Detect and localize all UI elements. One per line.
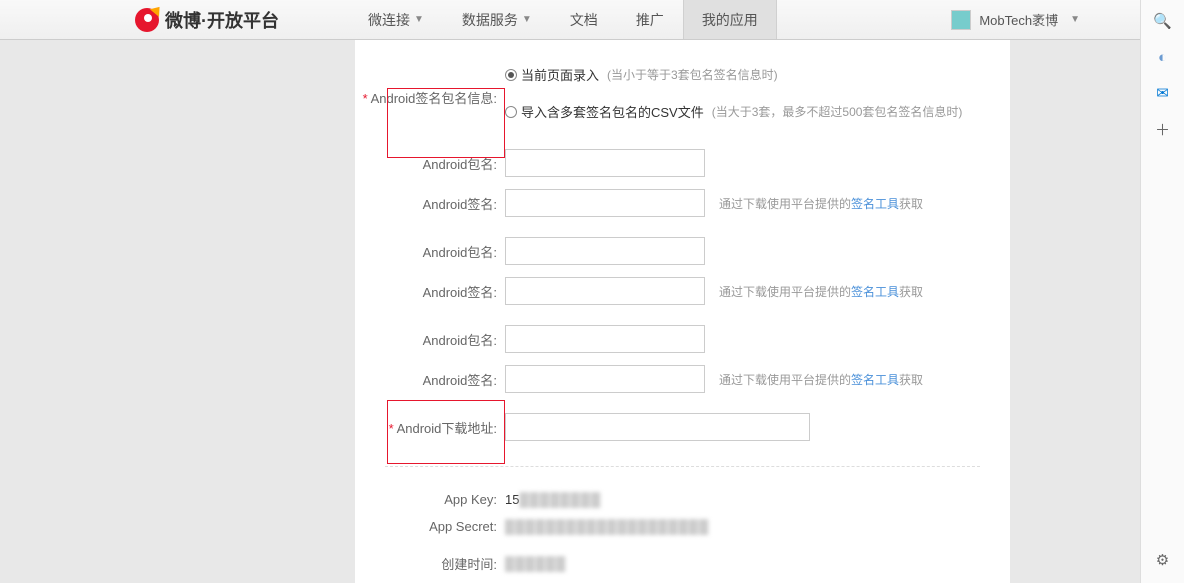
hint-sign-tool: 通过下载使用平台提供的签名工具获取 [719, 283, 923, 300]
label-android-package: Android包名: [355, 242, 505, 261]
nav-data-service[interactable]: 数据服务▼ [443, 0, 551, 39]
outlook-icon[interactable]: ✉ [1154, 84, 1172, 102]
input-android-sign-1[interactable] [505, 189, 705, 217]
link-sign-tool[interactable]: 签名工具 [851, 373, 899, 387]
copilot-icon[interactable]: ◐ [1154, 48, 1172, 66]
label-android-package: Android包名: [355, 154, 505, 173]
value-app-key: 15████████ [505, 492, 601, 507]
label-android-package: Android包名: [355, 330, 505, 349]
label-android-sign-info: Android签名包名信息: [355, 88, 505, 107]
chevron-down-icon: ▼ [414, 14, 424, 25]
chevron-down-icon: ▼ [1070, 14, 1080, 25]
logo-title: 微博·开放平台 [165, 7, 279, 33]
divider [385, 466, 980, 467]
nav-micro-connect[interactable]: 微连接▼ [349, 0, 443, 39]
user-menu[interactable]: MobTech袤博 ▼ [951, 10, 1080, 30]
value-app-secret: ████████████████████ [505, 519, 709, 534]
right-sidebar: 🔍 ◐ ✉ ＋ ⚙ [1140, 0, 1184, 583]
gear-icon[interactable]: ⚙ [1154, 551, 1172, 569]
username: MobTech袤博 [979, 10, 1058, 29]
value-create-time: ██████ [505, 556, 566, 571]
chevron-down-icon: ▼ [522, 14, 532, 25]
input-android-package-2[interactable] [505, 237, 705, 265]
header: 微博·开放平台 微连接▼ 数据服务▼ 文档 推广 我的应用 MobTech袤博 … [0, 0, 1140, 40]
input-android-package-1[interactable] [505, 149, 705, 177]
hint-sign-tool: 通过下载使用平台提供的签名工具获取 [719, 195, 923, 212]
radio-csv-import[interactable] [505, 106, 517, 118]
label-android-sign: Android签名: [355, 370, 505, 389]
label-create-time: 创建时间: [355, 554, 505, 573]
plus-icon[interactable]: ＋ [1154, 120, 1172, 138]
input-android-sign-3[interactable] [505, 365, 705, 393]
link-sign-tool[interactable]: 签名工具 [851, 197, 899, 211]
label-app-key: App Key: [355, 492, 505, 507]
form: Android签名包名信息: 当前页面录入 (当小于等于3套包名签名信息时) 导… [355, 40, 1010, 583]
nav-promote[interactable]: 推广 [617, 0, 683, 39]
label-app-secret: App Secret: [355, 519, 505, 534]
nav-docs[interactable]: 文档 [551, 0, 617, 39]
link-sign-tool[interactable]: 签名工具 [851, 285, 899, 299]
input-android-package-3[interactable] [505, 325, 705, 353]
label-android-sign: Android签名: [355, 194, 505, 213]
avatar-icon [951, 10, 971, 30]
nav: 微连接▼ 数据服务▼ 文档 推广 我的应用 [349, 0, 777, 39]
nav-my-apps[interactable]: 我的应用 [683, 0, 777, 39]
search-icon[interactable]: 🔍 [1154, 12, 1172, 30]
logo[interactable]: 微博·开放平台 [135, 7, 279, 33]
label-android-sign: Android签名: [355, 282, 505, 301]
weibo-eye-icon [135, 8, 159, 32]
radio-current-page[interactable] [505, 69, 517, 81]
hint-sign-tool: 通过下载使用平台提供的签名工具获取 [719, 371, 923, 388]
label-android-download: Android下载地址: [355, 418, 505, 437]
input-android-download[interactable] [505, 413, 810, 441]
input-android-sign-2[interactable] [505, 277, 705, 305]
